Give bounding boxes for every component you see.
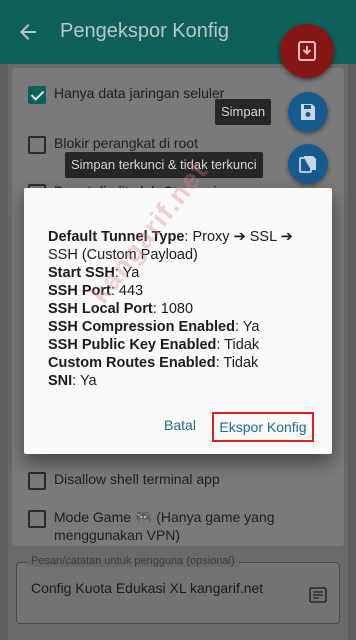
save-locked-fab-button[interactable] (288, 144, 328, 184)
cancel-button[interactable]: Batal (158, 414, 202, 436)
dialog-line: SSH Public Key Enabled: Tidak (48, 337, 260, 353)
dialog-line: SSH Local Port: 1080 (48, 301, 194, 317)
option-label: Disallow shell terminal app (54, 471, 220, 487)
export-dialog: Default Tunnel Type: Proxy ➔ SSL ➔ SSH (… (24, 188, 332, 454)
save-fab-button[interactable] (288, 92, 328, 132)
option-disallow-shell[interactable]: Disallow shell terminal app (28, 470, 344, 490)
dialog-line: SSH Compression Enabled: Ya (48, 319, 260, 335)
dialog-line: Start SSH: Ya (48, 265, 140, 281)
notes-field-value[interactable]: Config Kuota Edukasi XL kangarif.net (31, 579, 291, 597)
export-config-button[interactable]: Ekspor Konfig (212, 412, 314, 442)
export-fab-button[interactable] (280, 24, 334, 78)
note-icon[interactable] (309, 587, 327, 603)
option-game-mode[interactable]: Mode Game 🎮 (Hanya game yang menggunakan… (28, 508, 344, 544)
option-label: Mode Game 🎮 (Hanya game yang menggunakan… (54, 509, 275, 543)
dialog-body: Default Tunnel Type: Proxy ➔ SSL ➔ SSH (… (48, 228, 316, 390)
save-icon (301, 104, 315, 120)
export-icon (298, 41, 316, 61)
arrow-left-icon[interactable] (16, 20, 40, 44)
checkbox-disallow-shell[interactable] (28, 472, 46, 490)
notes-field[interactable]: Pesan/catatan untuk pengguna (opsional) … (16, 555, 340, 624)
page-title: Pengekspor Konfig (60, 20, 230, 42)
notes-field-label: Pesan/catatan untuk pengguna (opsional) (27, 555, 239, 567)
save-locked-tooltip: Simpan terkunci & tidak terkunci (65, 152, 263, 178)
dialog-line: Custom Routes Enabled: Tidak (48, 355, 259, 371)
checkbox-game-mode[interactable] (28, 510, 46, 528)
checkbox-block-root[interactable] (28, 136, 46, 154)
copy-icon (299, 156, 316, 173)
save-tooltip: Simpan (215, 99, 272, 125)
dialog-line: Default Tunnel Type: Proxy ➔ SSL ➔ SSH (… (48, 229, 293, 263)
checkbox-mobile-data[interactable] (28, 86, 46, 104)
dialog-line: SNI: Ya (48, 373, 97, 389)
